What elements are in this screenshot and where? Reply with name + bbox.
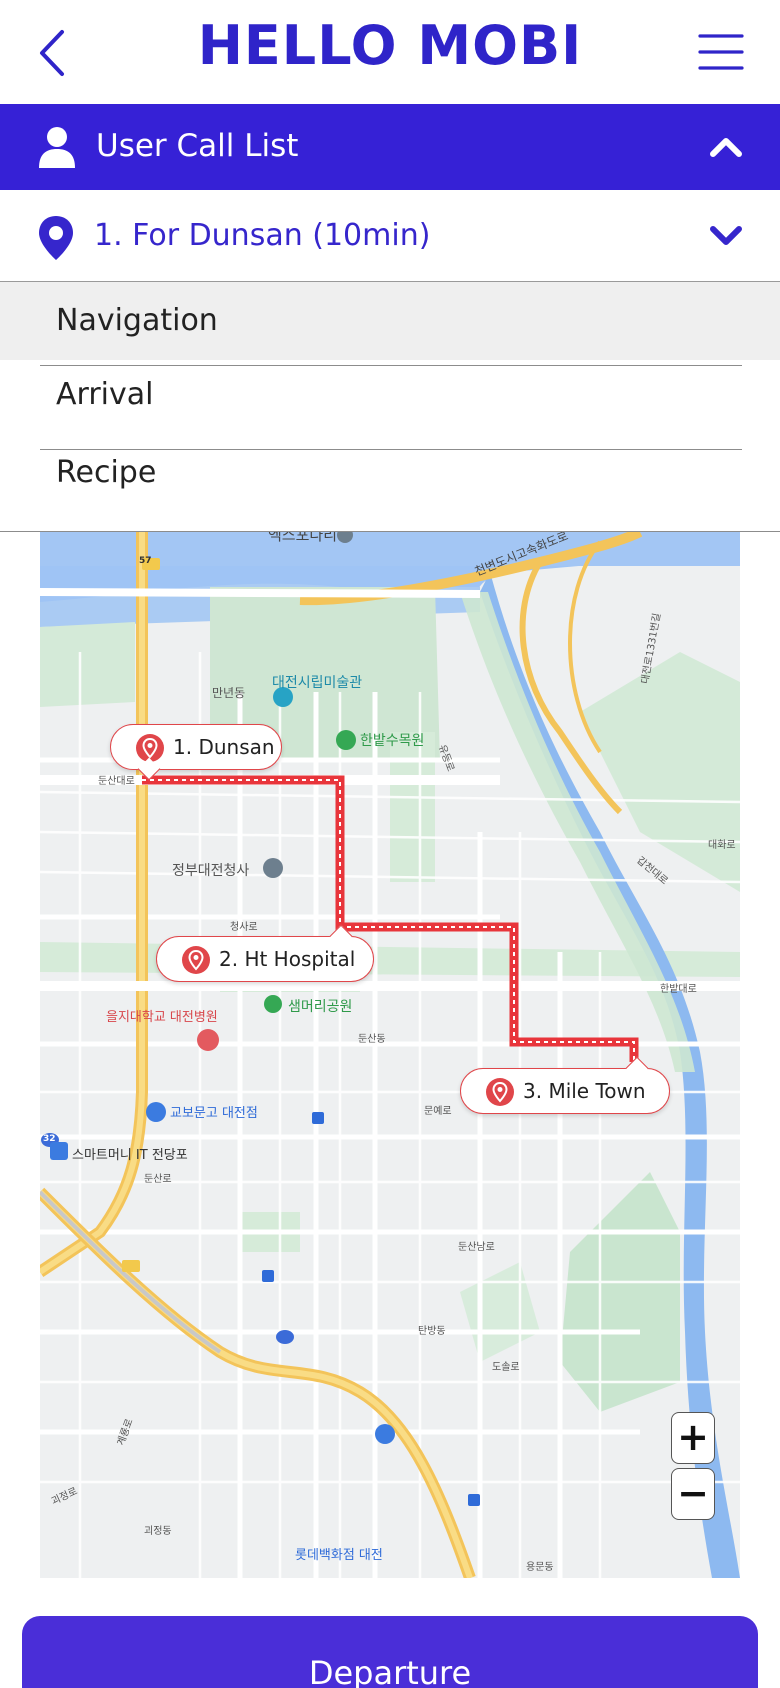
map-place-label: 정부대전청사 <box>172 863 250 879</box>
map-road-label: 용문동 <box>526 1562 554 1573</box>
map-place-label: 한밭수목원 <box>360 733 425 749</box>
menu-item-recipe[interactable]: Recipe <box>0 450 780 528</box>
map-road-label: 둔산로 <box>144 1174 172 1185</box>
destination-menu: Navigation Arrival Recipe <box>0 282 780 532</box>
location-pin-icon <box>182 946 210 974</box>
location-pin-icon <box>39 216 73 260</box>
route-map[interactable]: 엑스포다리 천변도시고속화도로 만년동 대전시립미술관 한밭수목원 둔산대로 정… <box>40 532 740 1578</box>
user-call-list-title: User Call List <box>96 128 299 164</box>
stop-callout-ht-hospital[interactable]: 2. Ht Hospital <box>156 924 374 982</box>
map-place-label: 샘머리공원 <box>288 999 353 1015</box>
stop-label: 2. Ht Hospital <box>219 947 356 971</box>
departure-button[interactable]: Departure <box>22 1616 758 1688</box>
route-shield-label: 32 <box>43 1134 56 1144</box>
menu-item-label: Recipe <box>56 455 157 490</box>
map-place-label: 스마트머니 IT 전당포 <box>72 1148 188 1163</box>
chevron-up-icon[interactable] <box>708 132 744 162</box>
user-icon <box>39 127 75 168</box>
map-road-label: 둔산대로 <box>98 776 135 787</box>
map-place-label: 대전시립미술관 <box>272 675 363 691</box>
menu-button[interactable] <box>696 30 746 74</box>
destination-selector[interactable]: 1. For Dunsan (10min) <box>0 190 780 282</box>
stop-callout-dunsan[interactable]: 1. Dunsan <box>110 724 282 781</box>
location-pin-icon <box>486 1078 514 1106</box>
app-header: HELLO MOBI <box>0 0 780 104</box>
menu-item-label: Arrival <box>56 377 154 412</box>
map-road-label: 둔산동 <box>358 1034 386 1045</box>
user-call-list-header[interactable]: User Call List <box>0 104 780 190</box>
menu-item-arrival[interactable]: Arrival <box>0 366 780 444</box>
map-place-label: 을지대학교 대전병원 <box>106 1010 218 1025</box>
chevron-down-icon[interactable] <box>708 220 744 250</box>
departure-button-label: Departure <box>308 1654 472 1688</box>
map-road-label: 한밭대로 <box>660 984 697 995</box>
app-logo: HELLO MOBI <box>197 14 583 77</box>
map-place-label: 롯데백화점 대전 <box>295 1548 383 1563</box>
map-road-label: 도솔로 <box>492 1362 520 1373</box>
route-shield-label: 57 <box>139 556 152 566</box>
map-road-label: 대화로 <box>708 840 736 851</box>
stop-label: 3. Mile Town <box>523 1079 646 1103</box>
zoom-in-button[interactable]: + <box>671 1412 715 1464</box>
stop-callout-mile-town[interactable]: 3. Mile Town <box>460 1056 670 1114</box>
map-road-label: 만년동 <box>212 686 246 700</box>
hamburger-menu-icon <box>698 34 744 70</box>
map-road-label: 문예로 <box>424 1106 452 1117</box>
map-road-label: 탄방동 <box>418 1326 446 1337</box>
destination-label: 1. For Dunsan (10min) <box>94 218 431 253</box>
map-place-label: 엑스포다리 <box>268 532 338 544</box>
menu-item-label: Navigation <box>56 303 218 338</box>
map-road-label: 둔산남로 <box>458 1242 495 1253</box>
map-road-label: 괴정동 <box>144 1526 172 1537</box>
menu-item-navigation[interactable]: Navigation <box>0 282 780 360</box>
zoom-out-button[interactable]: − <box>671 1468 715 1520</box>
map-road-label: 청사로 <box>230 922 258 933</box>
map-place-label: 교보문고 대전점 <box>170 1106 258 1121</box>
stop-label: 1. Dunsan <box>173 735 275 759</box>
map-base <box>40 532 740 1578</box>
